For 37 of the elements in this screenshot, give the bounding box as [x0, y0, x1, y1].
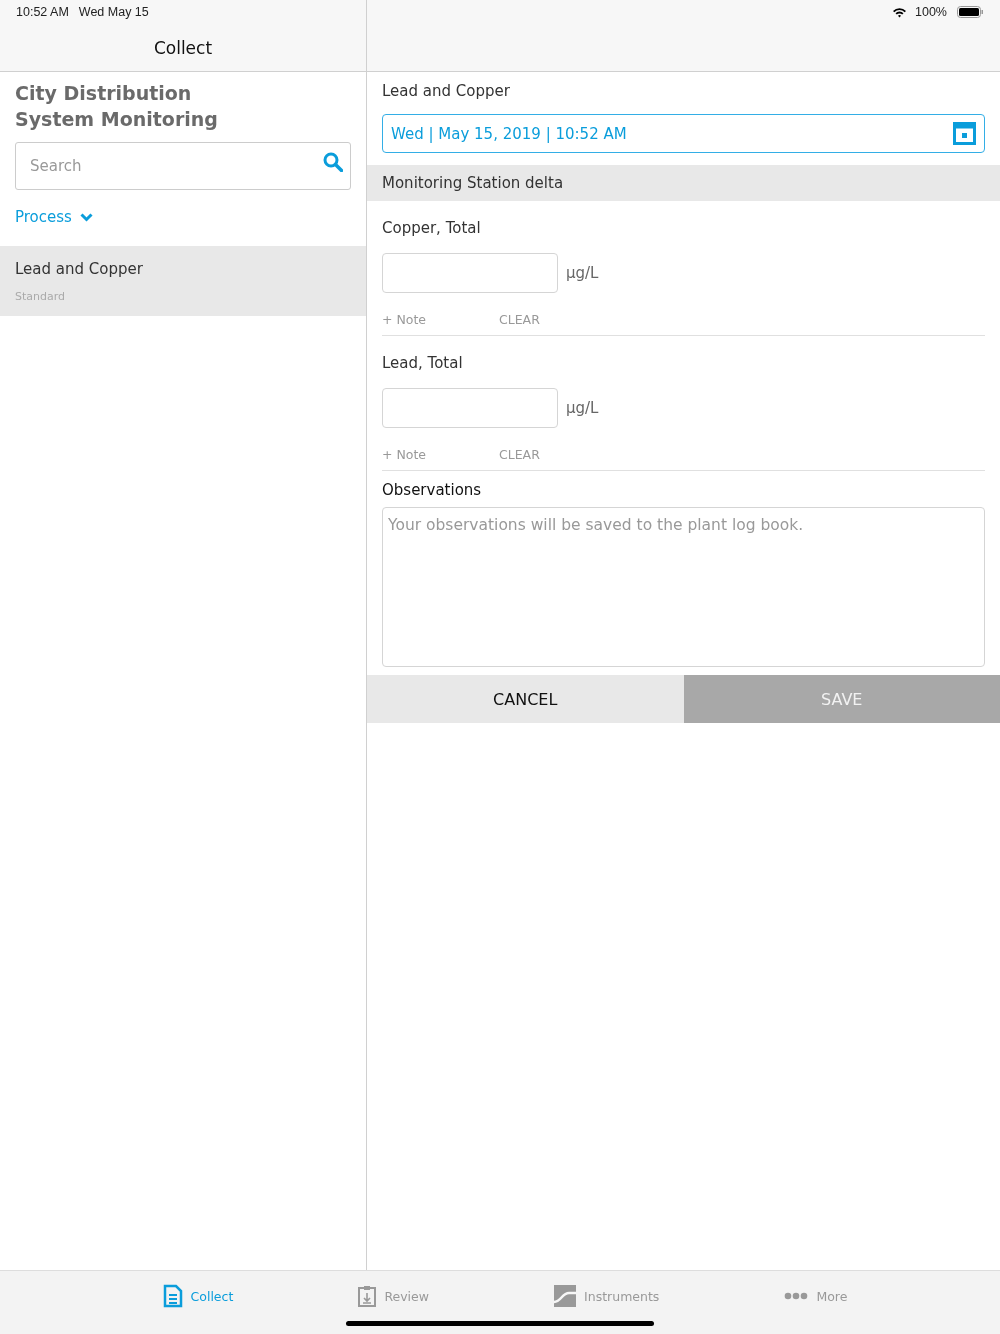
section-header: Monitoring Station delta	[367, 165, 1000, 201]
value-input[interactable]	[382, 388, 558, 428]
calendar-icon[interactable]	[953, 122, 976, 145]
search-field[interactable]: Search	[15, 142, 351, 190]
chevron-icon	[79, 212, 93, 222]
tab[interactable]: Collect	[162, 1283, 234, 1309]
process-dropdown[interactable]: Process	[15, 208, 93, 226]
save-button[interactable]: SAVE	[683, 675, 1000, 723]
nav-title: Collect	[153, 38, 213, 58]
observations-label: Observations	[382, 481, 483, 499]
value-input[interactable]	[382, 253, 558, 293]
tab[interactable]: More	[784, 1283, 848, 1309]
status-date: Wed May 15	[78, 5, 149, 19]
date-field[interactable]: Wed | May 15, 2019 | 10:52 AM	[382, 114, 985, 153]
tab[interactable]: Review	[358, 1283, 429, 1309]
cancel-button[interactable]: CANCEL	[367, 675, 684, 723]
list-item[interactable]: Lead and Copper Standard	[0, 246, 366, 316]
clear-link[interactable]: CLEAR	[499, 446, 616, 462]
clipboard-icon	[358, 1285, 377, 1307]
search-icon[interactable]	[323, 152, 343, 172]
observations-field[interactable]: Your observations will be saved to the plant log book.	[382, 507, 985, 667]
unit-label: µg/L	[566, 264, 599, 282]
battery-icon	[957, 6, 984, 18]
tab[interactable]: Instruments	[554, 1283, 660, 1309]
form-title: Lead and Copper	[382, 82, 511, 100]
note-link[interactable]: + Note	[382, 446, 499, 462]
site-title: City Distribution System Monitoring	[15, 81, 219, 132]
document-icon	[162, 1284, 183, 1308]
chart-icon	[554, 1285, 577, 1307]
measurement-label: Lead, Total	[382, 354, 464, 372]
status-time: 10:52 AM	[16, 5, 69, 19]
note-link[interactable]: + Note	[382, 311, 499, 327]
clear-link[interactable]: CLEAR	[499, 311, 616, 327]
measurement-label: Copper, Total	[382, 219, 482, 237]
more-icon	[784, 1292, 809, 1300]
battery-percent: 100%	[915, 5, 947, 19]
unit-label: µg/L	[566, 399, 599, 417]
